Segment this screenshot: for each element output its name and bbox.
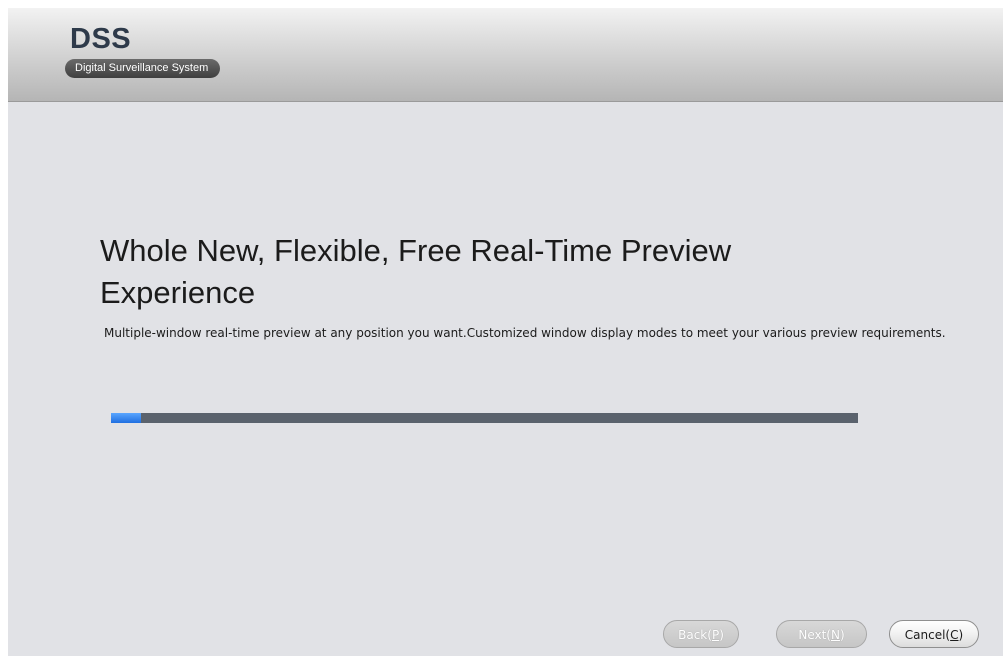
- page-description: Multiple-window real-time preview at any…: [104, 326, 946, 340]
- page-title-line-1: Whole New, Flexible, Free Real-Time Prev…: [100, 233, 732, 268]
- page-title-line-2: Experience: [100, 275, 256, 310]
- cancel-button-label: Cancel(: [904, 628, 951, 642]
- back-button-close: ): [719, 628, 724, 642]
- back-button-label: Back(: [678, 628, 712, 642]
- installer-window: DSS Digital Surveillance System Whole Ne…: [8, 8, 1003, 656]
- page-title: Whole New, Flexible, Free Real-Time Prev…: [100, 230, 900, 314]
- cancel-button[interactable]: Cancel(C): [889, 620, 979, 648]
- header-banner: DSS Digital Surveillance System: [8, 8, 1003, 102]
- cancel-button-close: ): [958, 628, 964, 642]
- next-button[interactable]: Next(N): [776, 620, 867, 648]
- cancel-button-accel: C: [950, 628, 959, 642]
- logo-subtitle: Digital Surveillance System: [65, 59, 221, 78]
- next-button-label: Next(: [798, 628, 831, 642]
- slideshow-progress-fill: [111, 413, 141, 423]
- next-button-accel: N: [830, 628, 840, 642]
- logo-title: DSS: [70, 23, 132, 55]
- slideshow-progress-bar: [111, 413, 858, 423]
- back-button[interactable]: Back(P): [663, 620, 739, 648]
- next-button-close: ): [839, 628, 845, 642]
